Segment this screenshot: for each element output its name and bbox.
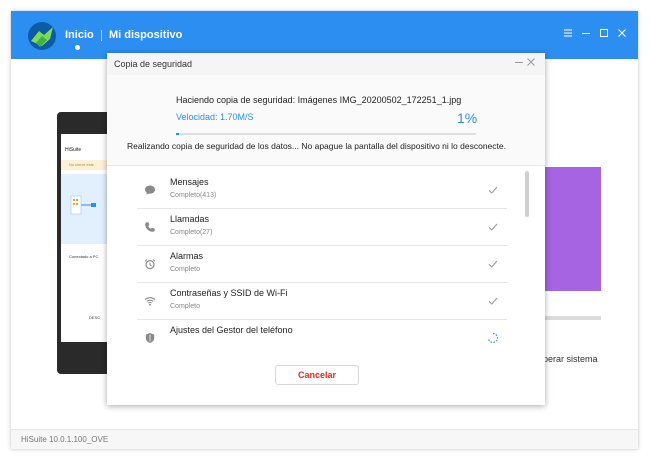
phone-connected-label: Conectado a PC — [69, 254, 99, 259]
side-label: perar sistema — [543, 354, 598, 364]
loading-spinner-icon — [487, 331, 499, 344]
dialog-header: Copia de seguridad — [107, 53, 545, 76]
backup-item-status: Completo — [170, 266, 200, 273]
backup-item-status: Completo — [170, 303, 200, 310]
progress-percent: 1% — [457, 110, 478, 126]
dialog-close-icon[interactable] — [526, 56, 536, 71]
warning-message: Realizando copia de seguridad de los dat… — [127, 141, 506, 151]
nav-active-indicator — [75, 45, 80, 50]
backup-item-name: Contraseñas y SSID de Wi-Fi — [170, 288, 288, 298]
backup-item-status: Completo(27) — [170, 229, 213, 236]
top-navigation-bar: Inicio Mi dispositivo — [11, 11, 638, 59]
minimize-icon[interactable] — [579, 26, 593, 40]
backup-items-list: Mensajes Completo(413) Llamadas Completo(27… — [137, 171, 507, 346]
status-bar: HiSuite 10.0.1.100_OVE — [11, 429, 638, 449]
version-label: HiSuite 10.0.1.100_OVE — [21, 435, 109, 444]
backup-item-row: Alarmas Completo — [137, 245, 507, 283]
phone-app-title: HiSuite — [65, 147, 82, 153]
backup-item-row: Mensajes Completo(413) — [137, 171, 507, 209]
check-icon — [487, 220, 499, 232]
alarm-icon — [144, 257, 156, 270]
backup-item-row: Contraseñas y SSID de Wi-Fi Completo — [137, 282, 507, 320]
message-icon — [144, 183, 156, 195]
dialog-minimize-icon[interactable] — [514, 56, 524, 71]
dialog-title: Copia de seguridad — [114, 59, 193, 69]
purple-device-graphic — [544, 167, 601, 291]
menu-icon[interactable] — [561, 26, 575, 40]
check-icon — [487, 294, 499, 306]
hisuite-logo — [28, 22, 56, 50]
backup-item-name: Llamadas — [170, 214, 210, 224]
close-icon[interactable] — [615, 26, 629, 40]
progress-area: Haciendo copia de seguridad: Imágenes IM… — [107, 75, 545, 166]
shield-icon — [144, 331, 156, 343]
backup-item-status: Completo(413) — [170, 192, 217, 199]
backup-item-row: Llamadas Completo(27) — [137, 208, 507, 246]
backup-item-name: Alarmas — [170, 251, 204, 261]
speed-label: Velocidad: 1.70M/S — [176, 112, 254, 122]
nav-divider — [101, 30, 102, 41]
phone-disconnect-button: DESC — [89, 315, 101, 320]
progress-bar-fill — [176, 133, 179, 135]
storage-bar — [544, 316, 601, 320]
backup-item-name: Ajustes del Gestor del teléfono — [170, 325, 293, 335]
phone-notice-text: No cierre este — [69, 162, 94, 167]
check-icon — [487, 183, 499, 195]
check-icon — [487, 257, 499, 269]
progress-bar — [176, 133, 476, 135]
nav-my-device[interactable]: Mi dispositivo — [109, 29, 182, 41]
current-file-label: Haciendo copia de seguridad: Imágenes IM… — [176, 95, 462, 105]
cancel-button[interactable]: Cancelar — [275, 365, 359, 385]
maximize-icon[interactable] — [597, 26, 611, 40]
list-scrollbar[interactable] — [525, 171, 529, 217]
phone-icon — [144, 220, 156, 232]
wifi-icon — [144, 294, 156, 306]
backup-item-name: Mensajes — [170, 177, 209, 187]
backup-item-row: Ajustes del Gestor del teléfono — [137, 319, 507, 346]
backup-dialog: Copia de seguridad Haciendo copia de seg… — [107, 53, 545, 405]
nav-home[interactable]: Inicio — [65, 29, 94, 41]
